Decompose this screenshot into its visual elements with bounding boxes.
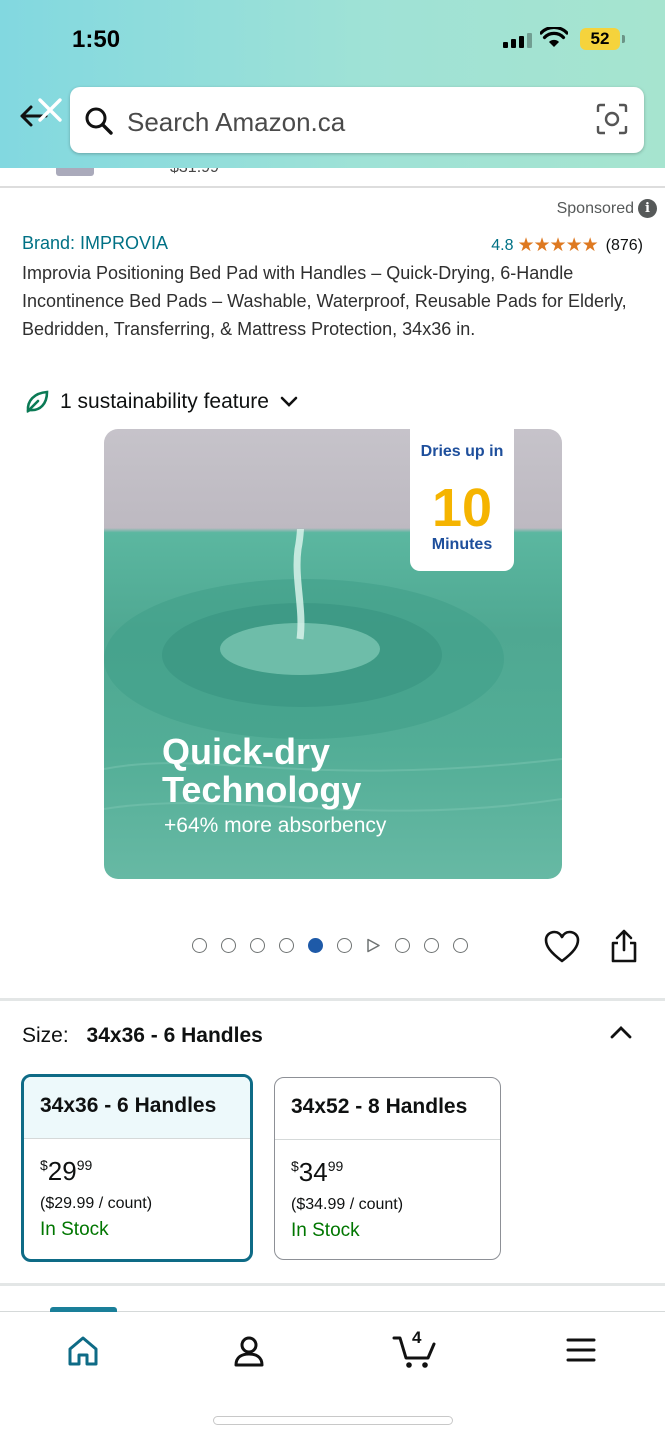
image-headline: Quick-dry Technology: [162, 733, 361, 809]
price-dollars: 29: [47, 1156, 77, 1186]
image-headline-line2: Technology: [162, 769, 362, 810]
cart-count: 4: [412, 1328, 422, 1347]
chevron-up-icon[interactable]: [608, 1022, 634, 1042]
status-bar: 1:50 52: [0, 22, 665, 58]
search-input[interactable]: Search Amazon.ca: [127, 107, 345, 138]
section-divider: [0, 998, 665, 1001]
cart-button[interactable]: 4: [392, 1328, 438, 1370]
sustainability-toggle[interactable]: 1 sustainability feature: [24, 389, 299, 415]
size-label: Size:: [22, 1024, 69, 1047]
previous-item-peek: $31.99: [0, 168, 665, 188]
camera-search-icon[interactable]: [596, 103, 628, 135]
search-icon: [85, 107, 113, 135]
size-option-selected[interactable]: 34x36 - 6 Handles $2999 ($29.99 / count)…: [21, 1074, 253, 1262]
search-bar[interactable]: Search Amazon.ca: [70, 87, 644, 153]
size-option-stock: In Stock: [291, 1220, 360, 1241]
image-subline: +64% more absorbency: [164, 814, 387, 837]
price-dollars: 34: [298, 1157, 328, 1187]
image-headline-line1: Quick-dry: [162, 731, 331, 772]
cellular-signal-icon: [503, 32, 532, 48]
rating-value: 4.8: [491, 236, 514, 254]
size-option-name: 34x36 - 6 Handles: [24, 1077, 250, 1139]
status-time: 1:50: [72, 26, 121, 53]
price-cents: 99: [327, 1158, 344, 1174]
carousel-dot[interactable]: [221, 938, 236, 953]
previous-item-price: $31.99: [170, 168, 219, 177]
sponsored-text: Sponsored: [556, 199, 634, 217]
account-icon[interactable]: [232, 1334, 266, 1368]
leaf-icon: [26, 390, 49, 414]
carousel-dot[interactable]: [250, 938, 265, 953]
size-option-stock: In Stock: [40, 1219, 109, 1240]
section-divider: [0, 1283, 665, 1286]
badge-line3: Minutes: [431, 536, 493, 553]
battery-icon: 52: [580, 28, 625, 50]
home-indicator: [213, 1416, 453, 1425]
brand-link[interactable]: Brand: IMPROVIA: [22, 233, 168, 254]
video-play-icon[interactable]: [366, 938, 381, 953]
price-currency: $: [291, 1158, 299, 1174]
size-selected-value: 34x36 - 6 Handles: [86, 1024, 263, 1047]
carousel-dot[interactable]: [424, 938, 439, 953]
dry-time-badge: Dries up in 10 Minutes: [410, 429, 514, 571]
home-icon[interactable]: [66, 1334, 100, 1368]
carousel-dot[interactable]: [453, 938, 468, 953]
size-option-name: 34x52 - 8 Handles: [275, 1078, 500, 1140]
size-option-unit-price: ($34.99 / count): [291, 1196, 404, 1213]
heart-icon[interactable]: [544, 930, 580, 964]
price-cents: 99: [76, 1157, 93, 1173]
price-currency: $: [40, 1157, 48, 1173]
sponsored-label[interactable]: Sponsored i: [557, 199, 657, 218]
carousel-dot-active[interactable]: [308, 938, 323, 953]
carousel-indicator[interactable]: [192, 938, 468, 953]
size-option-price: $2999: [24, 1139, 250, 1185]
top-header: 1:50 52 Search Amazon.ca: [0, 0, 665, 168]
wifi-icon: [540, 27, 568, 47]
info-icon[interactable]: i: [638, 199, 657, 218]
sustainability-label: 1 sustainability feature: [60, 390, 269, 413]
rating-summary[interactable]: 4.8 ★★★★★ (876): [491, 234, 643, 257]
product-image[interactable]: Dries up in 10 Minutes Quick-dry Technol…: [104, 429, 562, 879]
badge-number: 10: [431, 478, 493, 538]
chevron-down-icon: [280, 396, 298, 407]
size-header: Size: 34x36 - 6 Handles: [22, 1024, 263, 1048]
back-arrow-icon[interactable]: [16, 94, 68, 134]
star-rating-icon: ★★★★★: [517, 235, 598, 256]
size-option-unit-price: ($29.99 / count): [40, 1195, 153, 1212]
size-option[interactable]: 34x52 - 8 Handles $3499 ($34.99 / count)…: [274, 1077, 501, 1260]
badge-line1: Dries up in: [420, 443, 504, 460]
carousel-dot[interactable]: [395, 938, 410, 953]
menu-icon[interactable]: [565, 1334, 597, 1366]
carousel-dot[interactable]: [279, 938, 294, 953]
active-tab-indicator: [50, 1307, 117, 1312]
product-title: Improvia Positioning Bed Pad with Handle…: [22, 263, 627, 339]
size-option-price: $3499: [275, 1140, 500, 1186]
review-count: (876): [605, 236, 643, 254]
share-icon[interactable]: [609, 928, 639, 964]
carousel-dot[interactable]: [192, 938, 207, 953]
previous-item-thumbnail: [56, 168, 94, 176]
carousel-dot[interactable]: [337, 938, 352, 953]
